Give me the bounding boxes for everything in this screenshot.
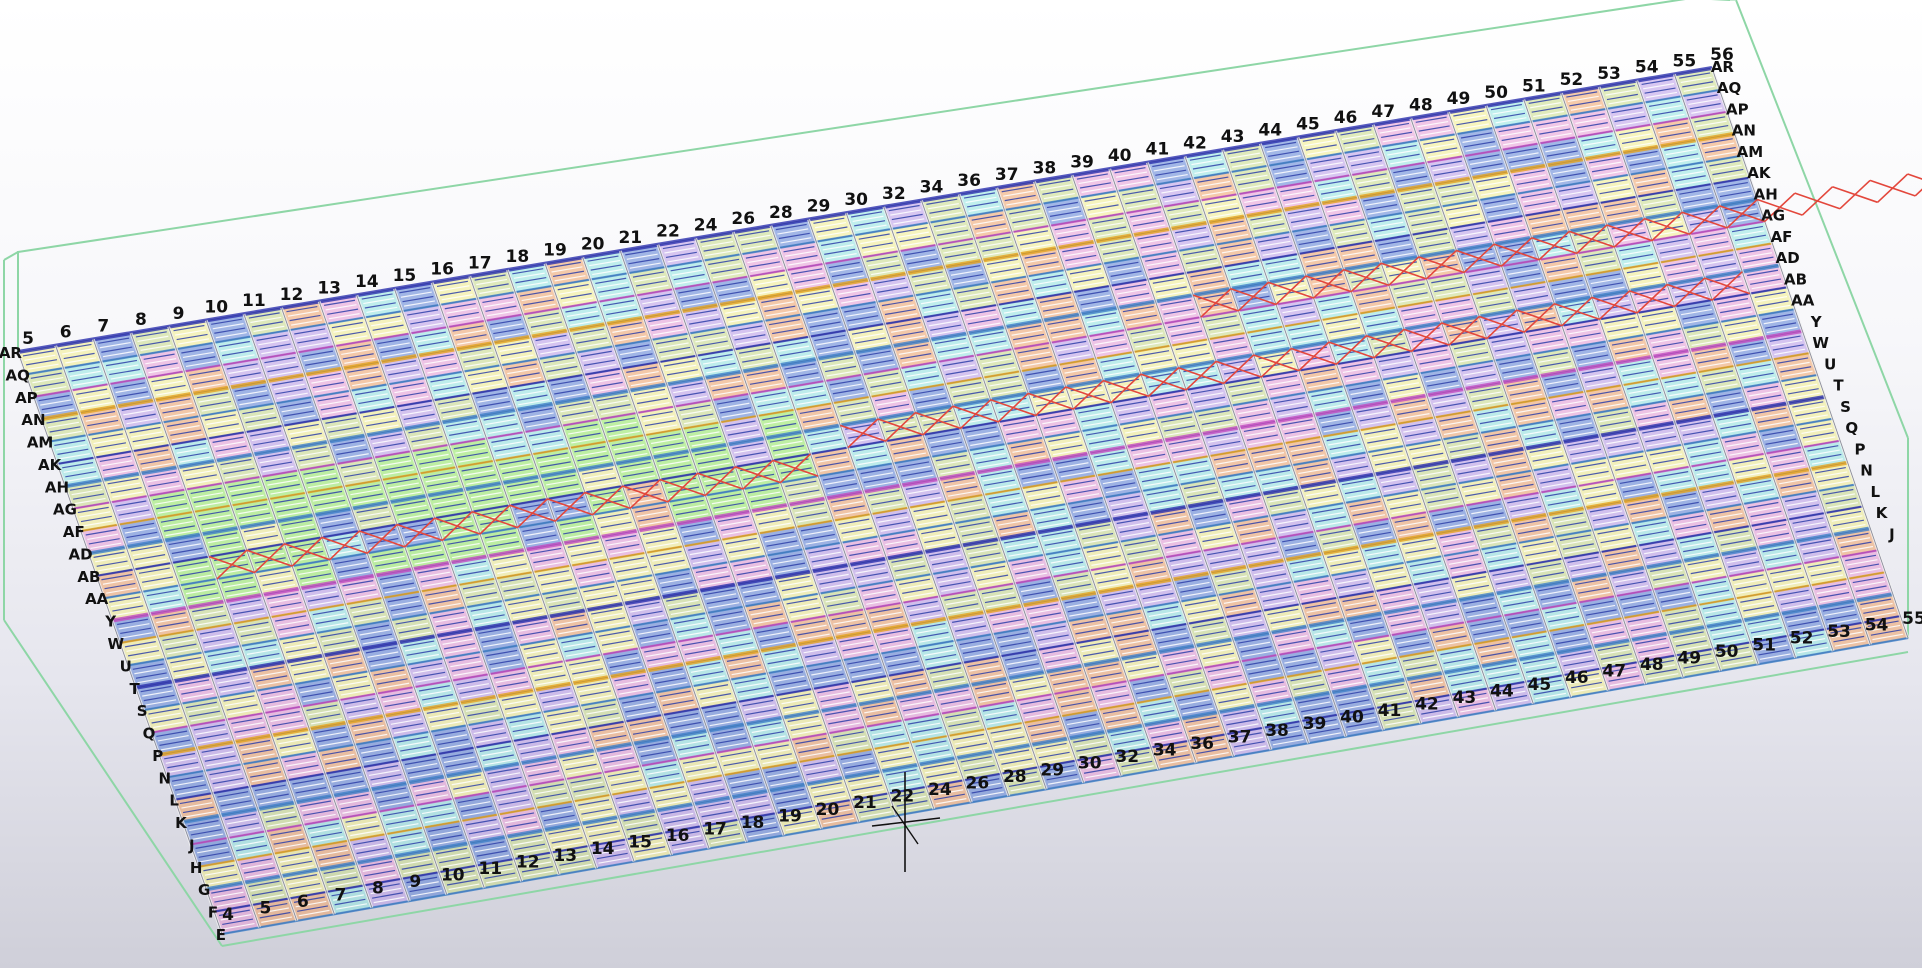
model-viewport[interactable]: 5 6 7 8 9 10 11 12 13 14 15 16 17 18 19 20 21 22 24 26 28 29 3… [0,0,1922,968]
structural-model-canvas[interactable]: 5 6 7 8 9 10 11 12 13 14 15 16 17 18 19 20 21 22 24 26 28 29 3… [0,0,1922,968]
